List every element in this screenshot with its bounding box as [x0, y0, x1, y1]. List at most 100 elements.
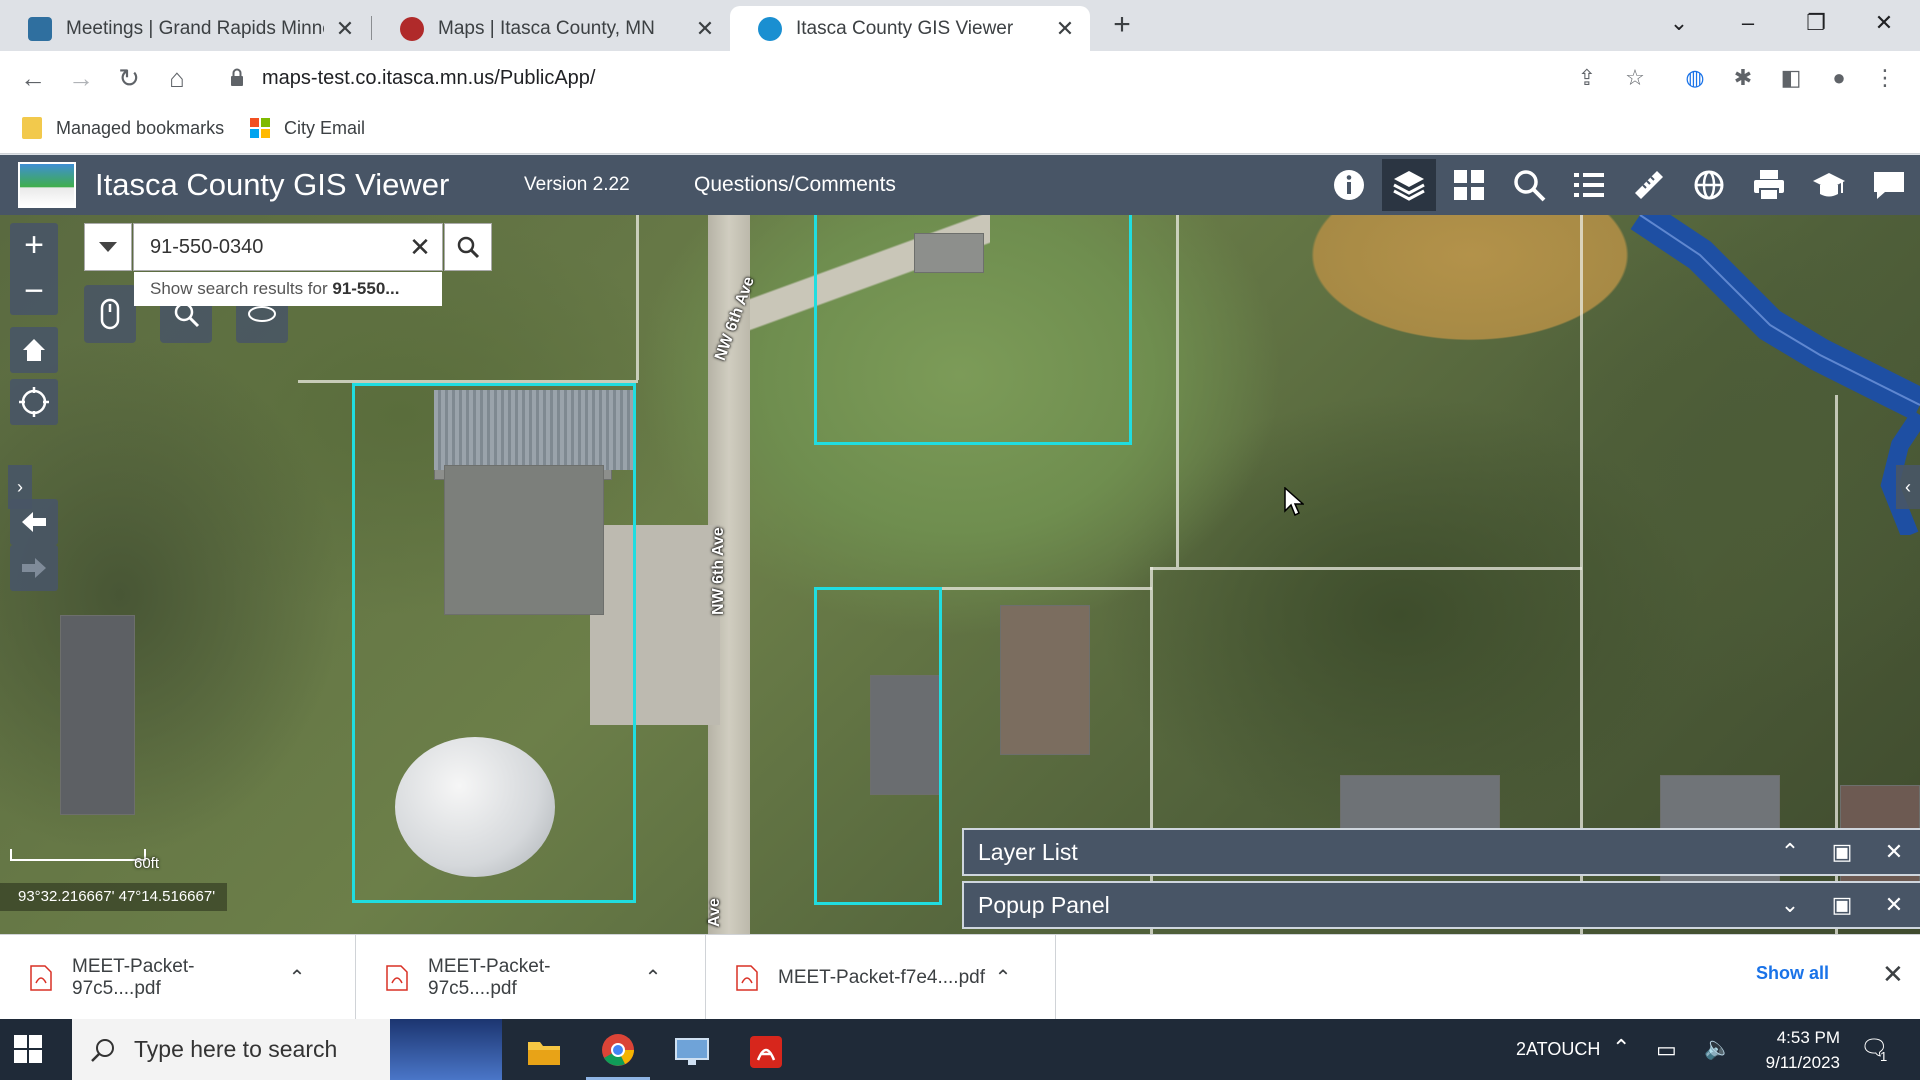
file-explorer-app[interactable] — [512, 1023, 576, 1080]
info-icon — [1334, 170, 1364, 200]
folder-icon — [528, 1041, 560, 1065]
back-arrow-icon[interactable]: ← — [16, 61, 50, 95]
about-tool[interactable] — [1322, 159, 1376, 211]
restore-button[interactable]: ❐ — [1794, 8, 1838, 38]
address-bar[interactable]: maps-test.co.itasca.mn.us/PublicApp/ — [212, 57, 1660, 98]
tab-close-icon[interactable]: ✕ — [334, 16, 356, 42]
chevron-up-icon[interactable]: ⌃ — [282, 965, 312, 990]
print-tool[interactable] — [1742, 159, 1796, 211]
tutorial-tool[interactable] — [1802, 159, 1856, 211]
lot-line — [636, 215, 639, 380]
parcel-outline[interactable] — [814, 587, 942, 905]
scale-label: 60ft — [134, 855, 160, 872]
tab-close-icon[interactable]: ✕ — [1054, 16, 1076, 42]
search-tool[interactable] — [1502, 159, 1556, 211]
search-submit-button[interactable] — [444, 223, 492, 271]
tab-gis-viewer[interactable]: Itasca County GIS Viewer ✕ — [730, 6, 1090, 51]
expand-icon[interactable]: ⌄ — [1764, 892, 1816, 918]
parcel-outline[interactable] — [352, 383, 636, 903]
chevron-up-icon[interactable]: ⌃ — [638, 965, 668, 990]
side-panel-icon[interactable]: ◧ — [1776, 63, 1806, 93]
zoom-out-button[interactable]: − — [10, 269, 58, 315]
map-view[interactable]: NW 6th Ave NW 6th Ave Ave + − › ‹ 91-550… — [0, 215, 1920, 934]
bookmarks-bar: Managed bookmarks City Email — [0, 104, 1920, 154]
maximize-icon[interactable]: ▣ — [1816, 839, 1868, 865]
translate-globe-icon[interactable]: ◍ — [1680, 63, 1710, 93]
clock-time: 4:53 PM — [1776, 1028, 1840, 1047]
microsoft-icon — [250, 118, 270, 138]
network-icon[interactable]: ▭ — [1656, 1037, 1677, 1063]
browser-menu-icon[interactable]: ⋮ — [1870, 63, 1900, 93]
printer-icon — [1754, 170, 1784, 201]
tab-title: Itasca County GIS Viewer — [796, 17, 1014, 39]
clock-date: 9/11/2023 — [1765, 1053, 1840, 1072]
reload-icon[interactable]: ↻ — [112, 61, 146, 95]
identify-tool[interactable] — [84, 285, 136, 343]
share-icon[interactable]: ⇪ — [1572, 63, 1602, 93]
collapse-icon[interactable]: ⌃ — [1764, 839, 1816, 865]
search-source-dropdown[interactable] — [84, 223, 132, 271]
next-extent-button[interactable] — [10, 545, 58, 591]
close-download-shelf-icon[interactable]: ✕ — [1882, 959, 1904, 990]
mouse-icon — [100, 298, 120, 330]
taskbar-search-box[interactable]: Type here to search — [72, 1019, 502, 1080]
home-icon[interactable]: ⌂ — [160, 61, 194, 95]
download-item[interactable]: MEET-Packet-f7e4....pdf ⌃ — [706, 935, 1056, 1020]
volume-icon[interactable]: 🔈 — [1704, 1035, 1731, 1061]
bookmark-managed[interactable]: Managed bookmarks — [22, 117, 224, 139]
zoom-in-button[interactable]: + — [10, 223, 58, 269]
popup-panel[interactable]: Popup Panel ⌄ ▣ ✕ — [962, 881, 1920, 929]
ruler-icon — [1635, 171, 1663, 199]
gis-favicon-icon — [758, 16, 782, 41]
chrome-icon — [602, 1034, 634, 1066]
windows-start-icon[interactable] — [14, 1035, 42, 1063]
bookmark-city-email[interactable]: City Email — [250, 117, 365, 139]
search-input[interactable]: 91-550-0340 — [133, 223, 443, 271]
comments-tool[interactable] — [1862, 159, 1916, 211]
search-suggestion[interactable]: Show search results for 91-550... — [134, 272, 442, 306]
themes-tool[interactable] — [1682, 159, 1736, 211]
profile-avatar-icon[interactable]: ● — [1824, 63, 1854, 93]
layer-list-panel[interactable]: Layer List ⌃ ▣ ✕ — [962, 828, 1920, 876]
chrome-app[interactable] — [586, 1023, 650, 1080]
suggestion-prefix: Show search results for — [150, 279, 333, 298]
download-item[interactable]: MEET-Packet-97c5....pdf ⌃ — [356, 935, 706, 1020]
tab-search-button[interactable]: ⌄ — [1657, 8, 1701, 38]
road-label: Ave — [706, 898, 723, 927]
chevron-up-icon[interactable]: ⌃ — [1612, 1035, 1630, 1061]
my-location-button[interactable] — [10, 379, 58, 425]
minimize-button[interactable]: – — [1726, 8, 1770, 38]
remote-desktop-app[interactable] — [660, 1023, 724, 1080]
expand-right-panel-arrow[interactable]: ‹ — [1896, 465, 1920, 509]
monitor-icon — [675, 1037, 709, 1065]
show-all-downloads-link[interactable]: Show all — [1756, 963, 1829, 984]
maximize-icon[interactable]: ▣ — [1816, 892, 1868, 918]
home-button[interactable] — [10, 327, 58, 373]
forward-arrow-icon[interactable]: → — [64, 61, 98, 95]
tab-maps[interactable]: Maps | Itasca County, MN ✕ — [372, 6, 730, 51]
legend-list-icon — [1574, 173, 1604, 197]
tab-meetings[interactable]: Meetings | Grand Rapids Minneso ✕ — [0, 6, 370, 51]
parcel-outline[interactable] — [814, 215, 1132, 445]
window-close-button[interactable]: ✕ — [1862, 8, 1906, 38]
layer-list-tool[interactable] — [1382, 159, 1436, 211]
bookmark-star-icon[interactable]: ☆ — [1620, 63, 1650, 93]
system-clock[interactable]: 4:53 PM 9/11/2023 — [1748, 1025, 1840, 1075]
close-icon[interactable]: ✕ — [1868, 892, 1920, 918]
layers-icon — [1393, 171, 1425, 201]
questions-comments-link[interactable]: Questions/Comments — [694, 173, 896, 197]
extensions-icon[interactable]: ✱ — [1728, 63, 1758, 93]
legend-tool[interactable] — [1562, 159, 1616, 211]
clear-search-icon[interactable]: ✕ — [406, 233, 434, 261]
chevron-up-icon[interactable]: ⌃ — [988, 965, 1018, 990]
close-icon[interactable]: ✕ — [1868, 839, 1920, 865]
basemap-gallery-tool[interactable] — [1442, 159, 1496, 211]
download-item[interactable]: MEET-Packet-97c5....pdf ⌃ — [0, 935, 356, 1020]
search-icon — [91, 1038, 114, 1062]
measure-tool[interactable] — [1622, 159, 1676, 211]
acrobat-app[interactable] — [734, 1023, 798, 1080]
locate-icon — [19, 387, 49, 417]
new-tab-button[interactable]: + — [1108, 10, 1136, 40]
tab-close-icon[interactable]: ✕ — [694, 16, 716, 42]
previous-extent-button[interactable] — [10, 499, 58, 545]
